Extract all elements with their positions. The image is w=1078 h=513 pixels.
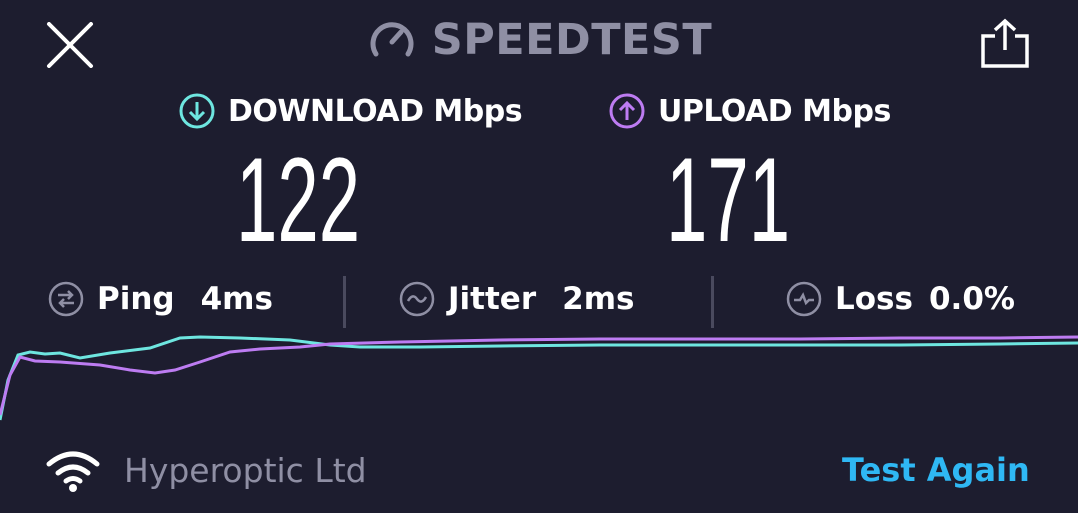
upload-speed-line <box>0 335 1078 416</box>
share-icon[interactable] <box>980 18 1030 70</box>
test-again-button[interactable]: Test Again <box>842 451 1030 489</box>
wifi-icon <box>46 451 100 492</box>
download-label: DOWNLOAD Mbps <box>228 93 523 129</box>
loss-value: 0.0% <box>928 281 1015 317</box>
ping-label: Ping <box>97 281 175 317</box>
upload-arrow-icon <box>609 93 645 129</box>
app-title: SPEEDTEST <box>431 15 713 65</box>
download-value: 122 <box>236 133 361 267</box>
stat-divider <box>343 276 346 328</box>
loss-label: Loss <box>835 281 913 317</box>
ping-value: 4ms <box>200 281 273 317</box>
download-arrow-icon <box>179 93 215 129</box>
jitter-label: Jitter <box>448 281 537 317</box>
loss-icon <box>786 281 822 317</box>
upload-value: 171 <box>666 133 791 267</box>
jitter-icon <box>399 281 435 317</box>
jitter-value: 2ms <box>562 281 635 317</box>
app-header: SPEEDTEST <box>0 14 1078 66</box>
ping-icon <box>48 281 84 317</box>
jitter-stat: Jitter 2ms <box>398 280 634 318</box>
upload-label: UPLOAD Mbps <box>658 93 891 129</box>
loss-stat: Loss 0.0% <box>785 280 1015 318</box>
upload-header: UPLOAD Mbps <box>608 92 891 130</box>
speedometer-icon <box>370 22 414 57</box>
download-speed-line <box>0 335 1078 421</box>
speed-graph <box>0 335 1078 421</box>
download-header: DOWNLOAD Mbps <box>178 92 523 130</box>
ping-stat: Ping 4ms <box>47 280 273 318</box>
isp-name: Hyperoptic Ltd <box>124 451 367 490</box>
stat-divider <box>711 276 714 328</box>
